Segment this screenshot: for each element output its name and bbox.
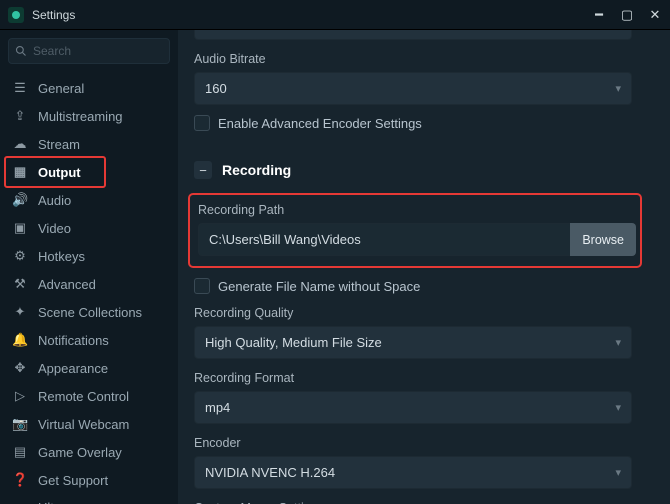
encoder-label: Encoder: [194, 436, 660, 450]
generate-filename-no-space-label: Generate File Name without Space: [218, 279, 420, 294]
video-icon: ▣: [12, 220, 28, 236]
game-overlay-icon: ▤: [12, 444, 28, 460]
advanced-icon: ⚒: [12, 276, 28, 292]
audio-bitrate-label: Audio Bitrate: [194, 52, 660, 66]
sidebar-item-scene-collections[interactable]: ✦Scene Collections: [0, 298, 178, 326]
recording-path-input[interactable]: C:\Users\Bill Wang\Videos: [198, 223, 570, 256]
chevron-down-icon: ▾: [615, 82, 621, 95]
multistream-icon: ⇪: [12, 108, 28, 124]
recording-quality-select[interactable]: High Quality, Medium File Size ▾: [194, 326, 632, 359]
recording-section-title: Recording: [222, 162, 291, 178]
sidebar-item-hotkeys[interactable]: ⚙Hotkeys: [0, 242, 178, 270]
recording-quality-label: Recording Quality: [194, 306, 660, 320]
output-icon: ▦: [12, 164, 28, 180]
audio-bitrate-select[interactable]: 160 ▾: [194, 72, 632, 105]
maximize-button[interactable]: ▢: [620, 7, 634, 23]
chevron-down-icon: ▾: [615, 466, 621, 479]
sidebar-item-stream[interactable]: ☁Stream: [0, 130, 178, 158]
sidebar-item-advanced[interactable]: ⚒Advanced: [0, 270, 178, 298]
scene-collections-icon: ✦: [12, 304, 28, 320]
remote-control-icon: ▷: [12, 388, 28, 404]
search-icon: [15, 45, 27, 57]
close-button[interactable]: ✕: [648, 7, 662, 23]
browse-button[interactable]: Browse: [570, 223, 636, 256]
chevron-down-icon: ▾: [615, 336, 621, 349]
hotkeys-icon: ⚙: [12, 248, 28, 264]
sidebar-item-game-overlay[interactable]: ▤Game Overlay: [0, 438, 178, 466]
enable-advanced-encoder-checkbox[interactable]: [194, 115, 210, 131]
sidebar-item-notifications[interactable]: 🔔Notifications: [0, 326, 178, 354]
sidebar-item-multistreaming[interactable]: ⇪Multistreaming: [0, 102, 178, 130]
search-input[interactable]: Search: [8, 38, 170, 64]
virtual-webcam-icon: 📷: [12, 416, 28, 432]
sidebar-item-output[interactable]: ▦Output: [0, 158, 178, 186]
sidebar-item-virtual-webcam[interactable]: 📷Virtual Webcam: [0, 410, 178, 438]
sidebar-item-ultra[interactable]: ◐Ultra: [0, 494, 178, 504]
recording-path-label: Recording Path: [198, 203, 632, 217]
sidebar-item-video[interactable]: ▣Video: [0, 214, 178, 242]
sidebar-item-general[interactable]: ☰General: [0, 74, 178, 102]
chevron-down-icon: ▾: [615, 401, 621, 414]
recording-path-highlight: Recording Path C:\Users\Bill Wang\Videos…: [188, 193, 642, 268]
sidebar-item-appearance[interactable]: ✥Appearance: [0, 354, 178, 382]
titlebar: Settings ━ ▢ ✕: [0, 0, 670, 30]
notifications-icon: 🔔: [12, 332, 28, 348]
get-support-icon: ❓: [12, 472, 28, 488]
main-panel: Audio Bitrate 160 ▾ Enable Advanced Enco…: [178, 30, 670, 504]
window-title: Settings: [32, 8, 592, 22]
search-placeholder: Search: [33, 44, 71, 58]
recording-format-select[interactable]: mp4 ▾: [194, 391, 632, 424]
sidebar-item-audio[interactable]: 🔊Audio: [0, 186, 178, 214]
enable-advanced-encoder-label: Enable Advanced Encoder Settings: [218, 116, 422, 131]
generate-filename-no-space-checkbox[interactable]: [194, 278, 210, 294]
sliders-icon: ☰: [12, 80, 28, 96]
recording-collapse-button[interactable]: −: [194, 161, 212, 179]
app-icon: [8, 7, 24, 23]
stream-icon: ☁: [12, 136, 28, 152]
recording-format-label: Recording Format: [194, 371, 660, 385]
audio-icon: 🔊: [12, 192, 28, 208]
encoder-select[interactable]: NVIDIA NVENC H.264 ▾: [194, 456, 632, 489]
appearance-icon: ✥: [12, 360, 28, 376]
truncated-field-above: [194, 30, 632, 40]
sidebar-item-get-support[interactable]: ❓Get Support: [0, 466, 178, 494]
minimize-button[interactable]: ━: [592, 7, 606, 23]
ultra-icon: ◐: [12, 500, 28, 504]
sidebar-item-remote-control[interactable]: ▷Remote Control: [0, 382, 178, 410]
sidebar: Search ☰General ⇪Multistreaming ☁Stream …: [0, 30, 178, 504]
